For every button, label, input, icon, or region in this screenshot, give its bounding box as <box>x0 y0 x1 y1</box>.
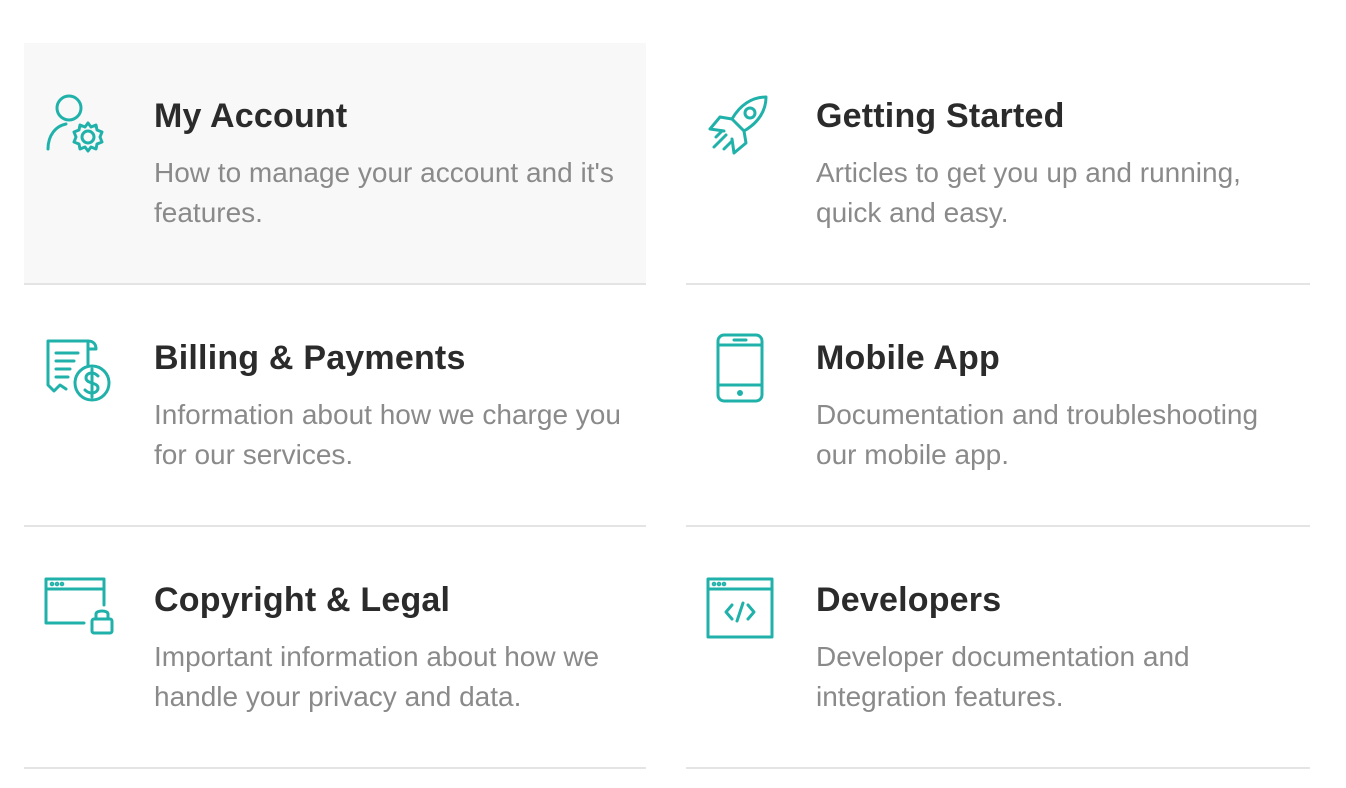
category-card-billing-payments[interactable]: Billing & Payments Information about how… <box>24 285 646 527</box>
receipt-dollar-icon <box>42 333 114 405</box>
card-title: My Account <box>154 97 348 135</box>
category-card-my-account[interactable]: My Account How to manage your account an… <box>24 43 646 285</box>
category-grid: My Account How to manage your account an… <box>24 43 1310 769</box>
card-description: Documentation and troubleshooting our mo… <box>816 399 1259 470</box>
card-description: Articles to get you up and running, quic… <box>816 157 1241 228</box>
smartphone-icon <box>704 333 776 405</box>
card-title: Copyright & Legal <box>154 581 451 619</box>
card-title: Mobile App <box>816 339 1000 377</box>
category-card-copyright-legal[interactable]: Copyright & Legal Important information … <box>24 527 646 769</box>
browser-code-icon <box>704 575 776 647</box>
browser-lock-icon <box>42 575 114 647</box>
category-card-mobile-app[interactable]: Mobile App Documentation and troubleshoo… <box>686 285 1310 527</box>
user-gear-icon <box>42 91 114 163</box>
card-description: Important information about how we handl… <box>154 641 600 712</box>
card-description: How to manage your account and it's feat… <box>154 157 614 228</box>
card-description: Information about how we charge you for … <box>154 399 621 470</box>
category-card-getting-started[interactable]: Getting Started Articles to get you up a… <box>686 43 1310 285</box>
rocket-icon <box>704 91 776 163</box>
category-card-developers[interactable]: Developers Developer documentation and i… <box>686 527 1310 769</box>
card-title: Billing & Payments <box>154 339 466 377</box>
card-title: Getting Started <box>816 97 1065 135</box>
card-title: Developers <box>816 581 1002 619</box>
card-description: Developer documentation and integration … <box>816 641 1190 712</box>
